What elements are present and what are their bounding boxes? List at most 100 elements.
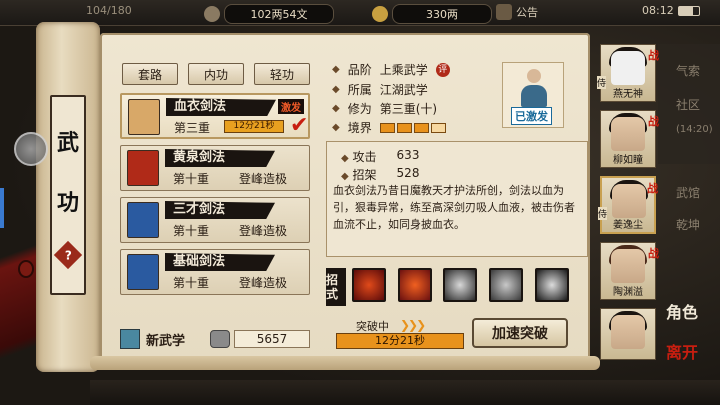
skill-category-tabs: 套路 内功 轻功 bbox=[122, 63, 310, 85]
roster-hero-2[interactable]: 战 柳如瞳 bbox=[600, 110, 659, 168]
skill-level: 第十重 bbox=[173, 172, 210, 186]
right-hint-2: 社区 bbox=[676, 98, 701, 112]
clock-text: 08:12 bbox=[642, 4, 674, 17]
character-menu-label[interactable]: 角色 离开 bbox=[666, 304, 698, 362]
skill-name: 黄泉剑法 bbox=[165, 149, 275, 167]
level-display: 104/180 bbox=[86, 4, 132, 17]
right-hint-5: 乾坤 bbox=[676, 218, 701, 232]
battle-tag: 战 bbox=[648, 115, 659, 128]
diamond-icon: ◆ bbox=[332, 122, 340, 133]
skill-status: 登峰造极 bbox=[239, 276, 288, 290]
sect-label: 所属 bbox=[347, 83, 372, 97]
hero-name: 姜逸尘 bbox=[613, 220, 643, 231]
selected-check-icon: ✔ bbox=[290, 113, 309, 138]
move-slot-4[interactable] bbox=[489, 268, 523, 302]
cultivation-label: 修为 bbox=[347, 102, 372, 116]
skill-name: 血衣剑法 bbox=[166, 98, 276, 116]
skill-item-sancai[interactable]: 三才剑法 第十重 登峰造极 bbox=[120, 197, 310, 243]
skill-portrait: 已激发 bbox=[502, 62, 564, 128]
skill-status: 登峰造极 bbox=[239, 172, 288, 186]
character-roster: 战 侍 燕无神 战 柳如瞳 战 侍 姜逸尘 战 陶渊溢 bbox=[597, 44, 659, 364]
move-slot-1[interactable] bbox=[352, 268, 386, 302]
activated-badge: 已激发 bbox=[511, 107, 552, 125]
roster-hero-4[interactable]: 战 陶渊溢 bbox=[600, 242, 659, 300]
skill-book-icon bbox=[127, 202, 159, 238]
top-status-bar: 104/180 102两54文 330两 公告 08:12 bbox=[0, 0, 720, 26]
char-label-2: 离开 bbox=[666, 343, 699, 362]
breakthrough-label: 突破中 bbox=[356, 320, 389, 333]
roster-hero-3[interactable]: 战 侍 姜逸尘 bbox=[598, 176, 658, 234]
skill-item-xueyi[interactable]: 血衣剑法 激发 第三重 12分21秒 ✔ bbox=[120, 93, 310, 139]
bottom-dock bbox=[90, 380, 720, 405]
realm-label: 境界 bbox=[347, 121, 372, 135]
diamond-icon: ◆ bbox=[332, 84, 340, 95]
skill-level: 第三重 bbox=[174, 121, 211, 135]
new-skill-label: 新武学 bbox=[146, 333, 186, 349]
accelerate-breakthrough-button[interactable]: 加速突破 bbox=[472, 318, 568, 348]
title-char-2: 功 bbox=[56, 190, 79, 216]
roster-hero-5[interactable] bbox=[600, 308, 656, 360]
clock: 08:12 bbox=[642, 4, 700, 17]
attack-value: 633 bbox=[396, 148, 420, 162]
realm-row: ◆ 境界 bbox=[332, 119, 446, 136]
grade-row: ◆ 品阶 上乘武学 评 bbox=[332, 61, 450, 78]
floating-home-button[interactable] bbox=[14, 132, 48, 166]
meditating-monk-figure bbox=[521, 69, 547, 109]
tab-taolu[interactable]: 套路 bbox=[122, 63, 178, 85]
parry-value: 528 bbox=[396, 166, 420, 180]
hero-name: 柳如瞳 bbox=[613, 155, 643, 166]
new-skill-button[interactable]: 新武学 bbox=[120, 329, 185, 349]
battle-tag: 战 bbox=[648, 247, 659, 260]
sect-value: 江湖武学 bbox=[379, 83, 428, 97]
skill-book-icon bbox=[127, 254, 159, 290]
scroll-bottom-roller bbox=[90, 356, 600, 370]
new-skill-icon bbox=[120, 329, 140, 349]
char-label-1: 角色 bbox=[666, 303, 699, 322]
money-display[interactable]: 102两54文 bbox=[204, 4, 334, 24]
skill-item-jichu[interactable]: 基础剑法 第十重 登峰造极 bbox=[120, 249, 310, 295]
skill-name: 三才剑法 bbox=[165, 201, 275, 219]
grade-value: 上乘武学 bbox=[379, 63, 428, 77]
skill-item-huangquan[interactable]: 黄泉剑法 第十重 登峰造极 bbox=[120, 145, 310, 191]
announce-link[interactable]: 公告 bbox=[496, 4, 538, 20]
skill-book-icon bbox=[127, 150, 159, 186]
skill-book-icon bbox=[128, 99, 160, 135]
diamond-icon: ◆ bbox=[332, 103, 340, 114]
gold-display[interactable]: 330两 bbox=[372, 4, 492, 24]
tab-neigong[interactable]: 内功 bbox=[188, 63, 244, 85]
help-icon: ? bbox=[64, 248, 72, 262]
move-slot-3[interactable] bbox=[443, 268, 477, 302]
tab-qinggong[interactable]: 轻功 bbox=[254, 63, 310, 85]
skill-level: 第十重 bbox=[173, 224, 210, 238]
progress-arrows-icon: ❯❯❯ bbox=[400, 318, 426, 332]
gold-icon bbox=[372, 6, 388, 22]
help-button[interactable]: ? bbox=[53, 240, 83, 270]
cultivation-row: ◆ 修为 第三重(十) bbox=[332, 100, 437, 117]
attack-label: 攻击 bbox=[352, 150, 377, 164]
skill-level: 第十重 bbox=[173, 276, 210, 290]
title-char-1: 武 bbox=[56, 130, 79, 156]
move-slot-5[interactable] bbox=[535, 268, 569, 302]
skill-description-box: ◆ 攻击 633 ◆ 招架 528 血衣剑法乃昔日魔教天才护法所创，剑法以血为引… bbox=[326, 141, 588, 257]
skill-timer: 12分21秒 bbox=[224, 120, 284, 133]
roster-hero-1[interactable]: 战 侍 燕无神 bbox=[597, 44, 659, 102]
hero-name: 陶渊溢 bbox=[613, 287, 643, 298]
parry-label: 招架 bbox=[352, 168, 377, 182]
silver-amount: 5657 bbox=[234, 330, 310, 348]
skill-status: 登峰造极 bbox=[239, 224, 288, 238]
review-badge[interactable]: 评 bbox=[435, 62, 450, 77]
skill-name: 基础剑法 bbox=[165, 253, 275, 271]
move-slot-2[interactable] bbox=[398, 268, 432, 302]
scroll-title-band: 武 功 ? bbox=[50, 95, 86, 295]
parry-row: ◆ 招架 528 bbox=[341, 166, 420, 182]
cultivation-value: 第三重(十) bbox=[379, 102, 438, 116]
grade-label: 品阶 bbox=[347, 63, 372, 77]
gold-value: 330两 bbox=[392, 4, 492, 24]
activated-tag: 激发 bbox=[278, 99, 304, 114]
moves-label: 招式 bbox=[326, 268, 346, 306]
right-hint-4: 武馆 bbox=[676, 186, 701, 200]
side-edge-tab[interactable] bbox=[0, 188, 4, 228]
level-text: 104/180 bbox=[86, 4, 132, 17]
battle-tag: 战 bbox=[648, 49, 659, 62]
announce-label: 公告 bbox=[516, 6, 538, 19]
